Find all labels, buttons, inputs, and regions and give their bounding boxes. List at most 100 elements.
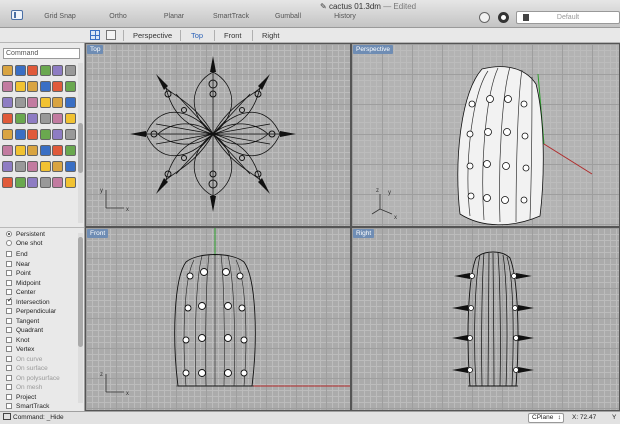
single-view-layout-icon[interactable] <box>106 30 116 40</box>
tab-divider <box>180 30 181 41</box>
trim-tool-icon[interactable] <box>14 81 26 92</box>
pan-tool-icon[interactable] <box>27 145 38 156</box>
front-viewport[interactable]: Front z x <box>85 227 351 411</box>
osnap-vertex-checkbox[interactable]: Vertex <box>6 345 34 354</box>
curve-tool-icon[interactable] <box>64 65 76 76</box>
osnap-midpoint-checkbox[interactable]: Midpoint <box>6 279 41 288</box>
join-tool-icon[interactable] <box>39 81 51 92</box>
fillet-tool-icon[interactable] <box>2 81 13 92</box>
arc-tool-icon[interactable] <box>52 65 63 76</box>
osnap-oneshot-radio[interactable]: One shot <box>6 239 42 248</box>
rectangle-tool-icon[interactable] <box>27 65 38 76</box>
light-tool-icon[interactable] <box>2 177 13 188</box>
chevron-up-down-icon: ↕ <box>557 414 561 421</box>
move-tool-icon[interactable] <box>27 129 38 140</box>
layer-select[interactable]: Default <box>516 11 620 24</box>
text-tool-icon[interactable] <box>64 145 76 156</box>
osnap-end-checkbox[interactable]: End <box>6 250 28 259</box>
hatch-tool-icon[interactable] <box>14 161 26 172</box>
planar-toggle[interactable]: Planar <box>147 12 201 22</box>
check-tool-icon[interactable] <box>14 129 26 140</box>
revolve-tool-icon[interactable] <box>27 97 38 108</box>
explode-tool-icon[interactable] <box>52 81 63 92</box>
document-icon: ✎ <box>320 2 327 11</box>
viewport-label-front[interactable]: Front <box>87 229 109 238</box>
gumball-toggle[interactable]: Gumball <box>268 12 308 22</box>
osnap-smarttrack-checkbox[interactable]: SmartTrack <box>6 402 49 411</box>
dimension-tool-icon[interactable] <box>2 161 13 172</box>
sync-icon[interactable] <box>479 12 490 23</box>
shell-tool-icon[interactable] <box>2 129 13 140</box>
array-tool-icon[interactable] <box>2 145 13 156</box>
viewport-label-right[interactable]: Right <box>353 229 375 238</box>
orbit-tool-icon[interactable] <box>39 145 51 156</box>
loft-tool-icon[interactable] <box>14 97 26 108</box>
osnap-intersection-checkbox[interactable]: Intersection <box>6 296 50 307</box>
osnap-knot-checkbox[interactable]: Knot <box>6 336 29 345</box>
four-view-layout-icon[interactable] <box>90 30 100 40</box>
record-icon[interactable] <box>498 12 509 23</box>
cylinder-tool-icon[interactable] <box>27 113 38 124</box>
osnap-scrollbar[interactable] <box>78 233 83 403</box>
tool-palette-scrollbar[interactable] <box>78 63 83 223</box>
perspective-viewport[interactable]: Perspective y x z <box>351 43 620 227</box>
sweep-tool-icon[interactable] <box>39 97 51 108</box>
pipe-tool-icon[interactable] <box>52 113 63 124</box>
offset-tool-icon[interactable] <box>64 81 76 92</box>
material-tool-icon[interactable] <box>39 161 51 172</box>
command-prompt[interactable]: Command: _Hide <box>3 412 64 424</box>
split-tool-icon[interactable] <box>27 81 38 92</box>
panel-divider <box>0 227 84 228</box>
osnap-tangent-checkbox[interactable]: Tangent <box>6 317 39 326</box>
mirror-tool-icon[interactable] <box>64 129 76 140</box>
history-toggle[interactable]: History <box>318 12 372 22</box>
globe-tool-icon[interactable] <box>39 177 51 188</box>
cone-tool-icon[interactable] <box>39 113 51 124</box>
distance-tool-icon[interactable] <box>52 145 63 156</box>
grid-snap-toggle[interactable]: Grid Snap <box>33 12 87 22</box>
viewport-label-perspective[interactable]: Perspective <box>353 45 393 54</box>
render-tool-icon[interactable] <box>52 161 63 172</box>
command-search-input[interactable] <box>3 48 80 59</box>
radio-indicator <box>6 231 12 237</box>
osnap-point-checkbox[interactable]: Point <box>6 269 31 278</box>
tab-right[interactable]: Right <box>262 31 280 40</box>
layer-tool-icon[interactable] <box>27 161 38 172</box>
osnap-persistent-radio[interactable]: Persistent <box>6 230 45 239</box>
cplane-select[interactable]: CPlane ↕ <box>528 413 564 423</box>
tab-divider <box>252 30 253 41</box>
viewport-label-top[interactable]: Top <box>87 45 104 54</box>
boolean-union-icon[interactable] <box>52 97 63 108</box>
tool-palette-scroll-thumb[interactable] <box>78 123 83 173</box>
top-viewport[interactable]: Top y x <box>85 43 351 227</box>
tab-perspective[interactable]: Perspective <box>133 31 172 40</box>
camera-tool-icon[interactable] <box>14 177 26 188</box>
sphere-tool-icon[interactable] <box>14 113 26 124</box>
right-viewport[interactable]: Right <box>351 227 620 411</box>
zoom-tool-icon[interactable] <box>14 145 26 156</box>
osnap-near-checkbox[interactable]: Near <box>6 260 30 269</box>
rotate-tool-icon[interactable] <box>39 129 51 140</box>
patch-tool-icon[interactable] <box>64 113 76 124</box>
color-wheel-icon[interactable] <box>64 161 76 172</box>
tab-front[interactable]: Front <box>224 31 242 40</box>
extrude-tool-icon[interactable] <box>2 97 13 108</box>
cactus-front-view: z x <box>100 228 350 397</box>
record-tool-icon[interactable] <box>27 177 38 188</box>
circle-tool-icon[interactable] <box>39 65 51 76</box>
layout-tool-icon[interactable] <box>64 177 76 188</box>
osnap-project-checkbox[interactable]: Project <box>6 393 36 402</box>
box-tool-icon[interactable] <box>2 113 13 124</box>
tab-top[interactable]: Top <box>191 31 203 40</box>
polyline-tool-icon[interactable] <box>14 65 26 76</box>
scale-tool-icon[interactable] <box>52 129 63 140</box>
sidebar-toggle-icon[interactable] <box>11 10 23 20</box>
osnap-scroll-thumb[interactable] <box>78 237 83 347</box>
boolean-difference-icon[interactable] <box>64 97 76 108</box>
point-tool-icon[interactable] <box>2 65 13 76</box>
ortho-toggle[interactable]: Ortho <box>101 12 135 22</box>
smarttrack-toggle[interactable]: SmartTrack <box>208 12 254 22</box>
curvature-tool-icon[interactable] <box>52 177 63 188</box>
osnap-perpendicular-checkbox[interactable]: Perpendicular <box>6 307 56 316</box>
osnap-quadrant-checkbox[interactable]: Quadrant <box>6 326 43 335</box>
